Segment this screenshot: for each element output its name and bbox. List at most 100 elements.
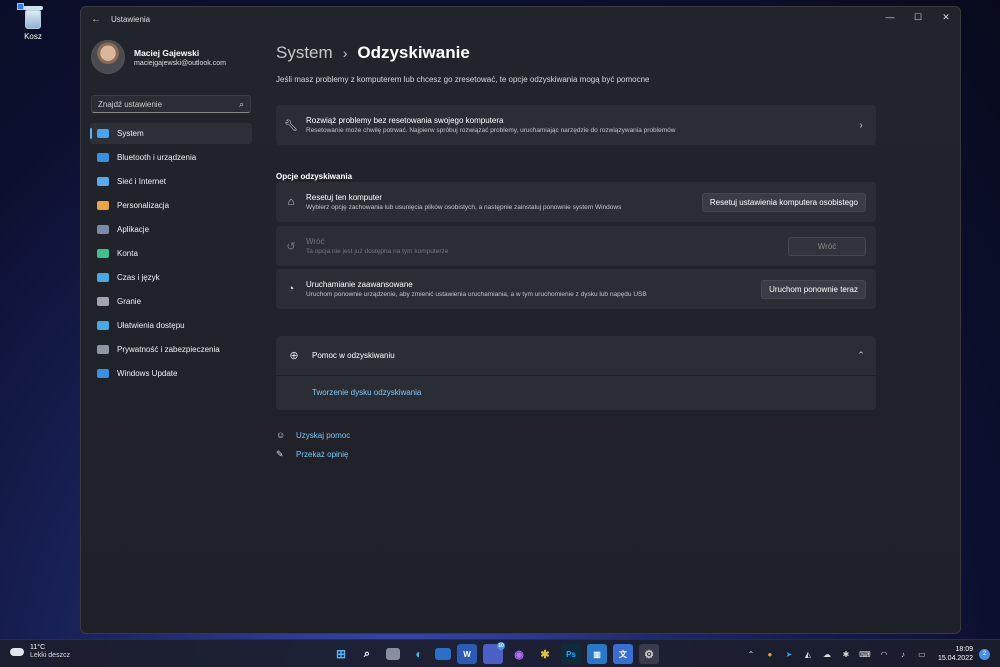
- weather-desc: Lekki deszcz: [30, 652, 71, 659]
- sidebar-item-windows-update[interactable]: Windows Update: [90, 363, 252, 384]
- recovery-help-title: Pomoc w odzyskiwaniu: [312, 351, 395, 360]
- breadcrumb-parent[interactable]: System: [276, 43, 333, 63]
- get-help-label: Uzyskaj pomoc: [296, 430, 351, 440]
- sidebar-item-apps[interactable]: Aplikacje: [90, 219, 252, 240]
- advanced-startup-icon: ◔: [287, 283, 295, 295]
- slack-tray-icon[interactable]: ✱: [840, 649, 852, 659]
- wifi-icon[interactable]: ◠: [878, 649, 890, 659]
- get-help-link[interactable]: ☺ Uzyskaj pomoc: [276, 430, 350, 440]
- maximize-button[interactable]: ☐: [904, 7, 932, 27]
- notification-badge[interactable]: 2: [979, 648, 990, 660]
- keyboard-icon[interactable]: ⌨: [859, 649, 871, 659]
- footer-links: ☺ Uzyskaj pomoc ✎ Przekaż opinię: [276, 430, 350, 469]
- feedback-link[interactable]: ✎ Przekaż opinię: [276, 449, 350, 460]
- battery-icon[interactable]: ▭: [916, 649, 928, 659]
- sidebar-item-label: Aplikacje: [117, 225, 150, 234]
- go-back-subtitle: Ta opcja nie jest już dostępna na tym ko…: [306, 248, 449, 255]
- translator-icon[interactable]: 文: [613, 644, 633, 664]
- user-profile[interactable]: Maciej Gajewski maciejgajewski@outlook.c…: [81, 31, 261, 83]
- sidebar-item-accounts[interactable]: Konta: [90, 243, 252, 264]
- teams-icon[interactable]: 10: [483, 642, 505, 664]
- sidebar-item-accessibility[interactable]: Ułatwienia dostępu: [90, 315, 252, 336]
- trello-icon[interactable]: ▥: [587, 644, 607, 664]
- search-box[interactable]: ⌕: [91, 95, 251, 113]
- system-tray: ⌃ ● ➤ ◭ ☁ ✱ ⌨ ◠ ♪ ▭ 18:09 15.04.2022 2: [738, 640, 990, 667]
- update-icon: [97, 369, 109, 378]
- sidebar-item-label: Prywatność i zabezpieczenia: [117, 345, 220, 354]
- restart-now-button[interactable]: Uruchom ponownie teraz: [761, 279, 866, 299]
- task-view-icon[interactable]: [386, 648, 400, 660]
- help-chat-icon: ☺: [276, 430, 286, 440]
- sidebar-item-system[interactable]: System: [90, 123, 252, 144]
- sidebar-item-personalization[interactable]: Personalizacja: [90, 195, 252, 216]
- chevron-up-icon[interactable]: ⌃: [846, 350, 876, 361]
- globe-icon: ⊕: [289, 350, 299, 362]
- sidebar-item-gaming[interactable]: Granie: [90, 291, 252, 312]
- accessibility-icon: [97, 321, 109, 330]
- recovery-help-card: ⊕ Pomoc w odzyskiwaniu ⌃ Tworzenie dysku…: [276, 336, 876, 410]
- speaker-icon[interactable]: ♪: [897, 649, 909, 659]
- messenger-icon[interactable]: ◉: [509, 644, 529, 664]
- settings-window: ← Ustawienia — ☐ ✕ Maciej Gajewski macie…: [80, 6, 961, 634]
- cloud-rain-icon: [10, 647, 24, 656]
- sidebar-item-time-language[interactable]: Czas i język: [90, 267, 252, 288]
- search-icon[interactable]: ⌕: [239, 99, 244, 110]
- feedback-icon: ✎: [276, 449, 284, 459]
- sidebar-item-label: Konta: [117, 249, 138, 258]
- sidebar-item-label: Windows Update: [117, 369, 178, 378]
- weather-temp: 11°C: [30, 644, 46, 651]
- word-icon[interactable]: W: [457, 644, 477, 664]
- gamepad-icon: [97, 297, 109, 306]
- date: 15.04.2022: [937, 655, 973, 662]
- go-back-button: Wróć: [788, 236, 866, 256]
- bluetooth-icon: [97, 153, 109, 162]
- sidebar-item-label: Granie: [117, 297, 142, 306]
- bell-icon[interactable]: ◭: [802, 649, 814, 659]
- history-icon: ↺: [286, 240, 296, 253]
- search-icon[interactable]: ⌕: [357, 644, 377, 664]
- back-arrow-icon[interactable]: ←: [91, 14, 105, 25]
- troubleshoot-subtitle: Resetowanie może chwilę potrwać. Najpier…: [306, 127, 676, 134]
- app-tray-icon[interactable]: ●: [764, 649, 776, 659]
- reset-pc-icon: ⌂: [287, 196, 295, 208]
- page-title: System › Odzyskiwanie: [276, 43, 960, 63]
- mail-icon[interactable]: [435, 648, 451, 660]
- breadcrumb-current: Odzyskiwanie: [357, 43, 470, 62]
- sidebar-item-bluetooth[interactable]: Bluetooth i urządzenia: [90, 147, 252, 168]
- selection-checkbox-icon[interactable]: [17, 3, 24, 10]
- sidebar-item-privacy[interactable]: Prywatność i zabezpieczenia: [90, 339, 252, 360]
- reset-pc-title: Resetuj ten komputer: [306, 193, 383, 202]
- search-input[interactable]: [98, 99, 239, 109]
- slack-icon[interactable]: ✱: [535, 644, 555, 664]
- wrench-icon: 🔧︎: [284, 119, 298, 132]
- edge-icon[interactable]: ◐: [409, 644, 429, 664]
- weather-widget[interactable]: 11°C Lekki deszcz: [10, 644, 70, 659]
- go-back-card: ↺ Wróć Ta opcja nie jest już dostępna na…: [276, 226, 876, 266]
- person-icon: [97, 249, 109, 258]
- settings-gear-icon[interactable]: ⚙: [639, 644, 659, 664]
- window-title: Ustawienia: [111, 14, 151, 24]
- reset-pc-button[interactable]: Resetuj ustawienia komputera osobistego: [701, 192, 866, 212]
- main-content: System › Odzyskiwanie Jeśli masz problem…: [276, 31, 960, 633]
- minimize-button[interactable]: —: [876, 7, 904, 27]
- close-button[interactable]: ✕: [932, 7, 960, 27]
- clock[interactable]: 18:09 15.04.2022: [938, 645, 973, 663]
- chevron-right-icon: ›: [859, 119, 863, 131]
- globe-clock-icon: [97, 273, 109, 282]
- troubleshoot-card[interactable]: 🔧︎ Rozwiąż problemy bez resetowania swoj…: [276, 105, 876, 145]
- photoshop-icon[interactable]: Ps: [561, 644, 581, 664]
- onedrive-cloud-icon[interactable]: ☁: [821, 649, 833, 659]
- start-icon[interactable]: ⊞: [331, 644, 351, 664]
- create-recovery-drive-link[interactable]: Tworzenie dysku odzyskiwania: [276, 376, 876, 397]
- apps-icon: [97, 225, 109, 234]
- telegram-icon[interactable]: ➤: [783, 649, 795, 659]
- avatar: [91, 40, 125, 74]
- sidebar-item-network[interactable]: Sieć i Internet: [90, 171, 252, 192]
- display-icon: [97, 129, 109, 138]
- chevron-up-icon[interactable]: ⌃: [745, 649, 757, 659]
- taskbar: 11°C Lekki deszcz ⊞ ⌕ ◐ W 10 ◉ ✱ Ps ▥ 文 …: [0, 639, 1000, 667]
- recovery-help-header[interactable]: ⊕ Pomoc w odzyskiwaniu ⌃: [276, 336, 876, 376]
- sidebar-item-label: Ułatwienia dostępu: [117, 321, 185, 330]
- sidebar: Maciej Gajewski maciejgajewski@outlook.c…: [81, 31, 261, 633]
- profile-email: maciejgajewski@outlook.com: [134, 59, 226, 67]
